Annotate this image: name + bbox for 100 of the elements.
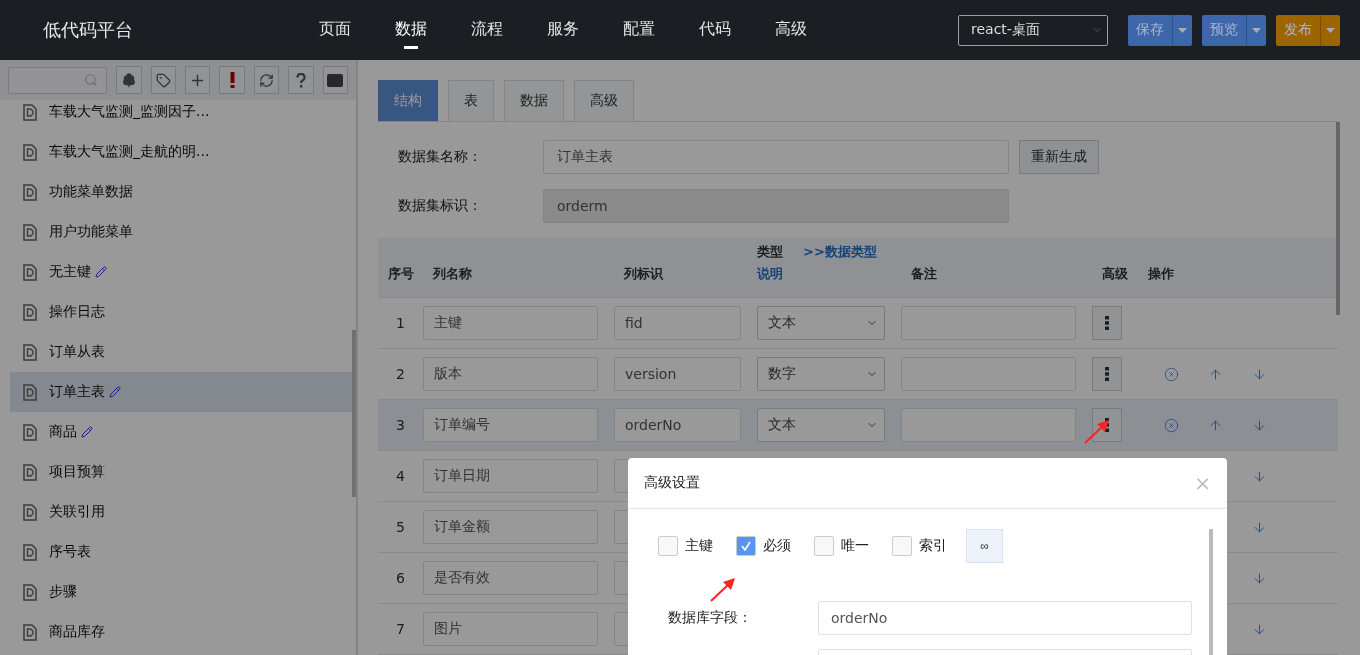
vertical-dots-icon — [1105, 316, 1109, 330]
row-number: 5 — [395, 519, 406, 535]
type-select[interactable]: 数字 — [757, 357, 885, 391]
item-label: 车载大气监测_监测因子... — [49, 103, 210, 121]
form-label: 数据集名称： — [398, 148, 483, 166]
type-select[interactable]: 文本 — [757, 408, 885, 442]
nav-tab[interactable]: 数据 — [373, 11, 449, 49]
item-label: 操作日志 — [49, 303, 105, 321]
document-icon — [23, 143, 37, 161]
checkbox[interactable] — [736, 536, 756, 556]
sidebar-item[interactable]: 操作日志 — [10, 292, 356, 332]
delete-icon — [1164, 417, 1179, 433]
checkbox-label: 唯一 — [841, 537, 869, 555]
help-icon — [295, 72, 306, 88]
project-select[interactable]: react-桌面 — [958, 14, 1108, 46]
column-name-field[interactable]: 订单金额 — [423, 510, 598, 544]
column-name-field[interactable]: 订单日期 — [423, 459, 598, 493]
search-field[interactable] — [8, 66, 108, 94]
column-name-field[interactable]: 图片 — [423, 612, 598, 646]
split-button[interactable]: 预览 — [1202, 14, 1266, 46]
row-number: 1 — [395, 315, 406, 331]
arrow-down-icon — [1251, 519, 1267, 535]
checkbox-label: 主键 — [685, 537, 713, 555]
document-icon — [23, 583, 37, 601]
sidebar-item[interactable]: 项目预算 — [10, 452, 356, 492]
document-icon — [23, 223, 37, 241]
text-field[interactable]: 订单主表 — [543, 140, 1009, 174]
column-name-field[interactable]: 是否有效 — [423, 561, 598, 595]
item-label: 无主键 — [49, 263, 91, 281]
sidebar-item[interactable]: 功能菜单数据 — [10, 172, 356, 212]
item-label: 商品 — [49, 423, 77, 441]
search-icon — [84, 73, 99, 87]
column-header: 类型 — [757, 243, 783, 261]
toolbar-button[interactable] — [253, 66, 280, 94]
checkbox-label: 索引 — [919, 537, 947, 555]
more-button[interactable] — [1092, 306, 1122, 340]
column-header: 备注 — [910, 265, 938, 283]
tab[interactable]: 数据 — [504, 80, 564, 121]
item-label: 商品库存 — [49, 623, 105, 641]
nav-tab[interactable]: 高级 — [753, 11, 829, 49]
toolbar-button[interactable] — [288, 66, 314, 94]
column-id-field[interactable]: version — [614, 357, 741, 391]
sidebar-item[interactable]: 步骤 — [10, 572, 356, 612]
column-name-field[interactable]: 版本 — [423, 357, 598, 391]
sidebar-item[interactable]: 关联引用 — [10, 492, 356, 532]
item-label: 步骤 — [49, 583, 77, 601]
checkbox[interactable] — [658, 536, 678, 556]
field-label: 数据库字段： — [668, 609, 753, 627]
toolbar-button[interactable] — [184, 66, 211, 94]
arrow-down-icon — [1251, 366, 1267, 382]
sidebar-item[interactable]: 用户功能菜单 — [10, 212, 356, 252]
more-button[interactable] — [1092, 357, 1122, 391]
text-field[interactable]: orderNo — [818, 601, 1192, 635]
column-header: 操作 — [1147, 265, 1175, 283]
regenerate-button[interactable]: 重新生成 — [1019, 140, 1099, 174]
refresh-icon — [258, 72, 274, 88]
item-label: 订单主表 — [49, 383, 105, 401]
type-select[interactable]: 文本 — [757, 306, 885, 340]
column-name-field[interactable]: 主键 — [423, 306, 598, 340]
document-icon — [23, 343, 37, 361]
column-name-field[interactable]: 订单编号 — [423, 408, 598, 442]
arrow-down-icon — [1251, 570, 1267, 586]
toolbar-button[interactable] — [116, 66, 142, 94]
nav-tab[interactable]: 代码 — [677, 11, 753, 49]
document-icon — [23, 623, 37, 641]
exclamation-icon — [229, 72, 235, 88]
tree-icon — [120, 72, 137, 88]
sidebar-item[interactable]: 订单从表 — [10, 332, 356, 372]
caret-down-icon — [1252, 27, 1261, 33]
toolbar-button[interactable] — [219, 66, 245, 94]
data-type-link[interactable]: >>数据类型 — [803, 243, 877, 261]
checkbox[interactable] — [892, 536, 912, 556]
column-id-field[interactable]: orderNo — [614, 408, 741, 442]
document-icon — [23, 263, 37, 281]
nav-tab[interactable]: 页面 — [297, 11, 373, 49]
more-button[interactable] — [1092, 408, 1122, 442]
tag-icon — [155, 72, 171, 88]
tab[interactable]: 高级 — [574, 80, 634, 121]
tab[interactable]: 表 — [448, 80, 494, 121]
link-button[interactable]: ∞ — [966, 529, 1003, 563]
nav-tab[interactable]: 服务 — [525, 11, 601, 49]
toolbar-button[interactable] — [150, 66, 176, 94]
row-number: 2 — [395, 366, 406, 382]
action-button[interactable]: 预览 — [1202, 14, 1246, 46]
checkbox[interactable] — [814, 536, 834, 556]
sidebar-item[interactable]: 无主键 — [10, 252, 356, 292]
toolbar-button[interactable] — [322, 66, 348, 94]
item-label: 用户功能菜单 — [49, 223, 133, 241]
table-row[interactable]: 3 订单编号 orderNo 文本 — [378, 400, 1338, 451]
row-number: 6 — [395, 570, 406, 586]
sidebar-item[interactable]: 车载大气监测_走航的明... — [10, 132, 356, 172]
sidebar-item[interactable]: 商品库存 — [10, 612, 356, 652]
item-label: 订单从表 — [49, 343, 105, 361]
nav-tab[interactable]: 流程 — [449, 11, 525, 49]
document-icon — [23, 383, 37, 401]
sidebar-item[interactable]: 序号表 — [10, 532, 356, 572]
column-id-field[interactable]: fid — [614, 306, 741, 340]
column-header: 列标识 — [623, 265, 664, 283]
nav-tab[interactable]: 配置 — [601, 11, 677, 49]
sidebar-item[interactable]: 商品 — [10, 412, 356, 452]
